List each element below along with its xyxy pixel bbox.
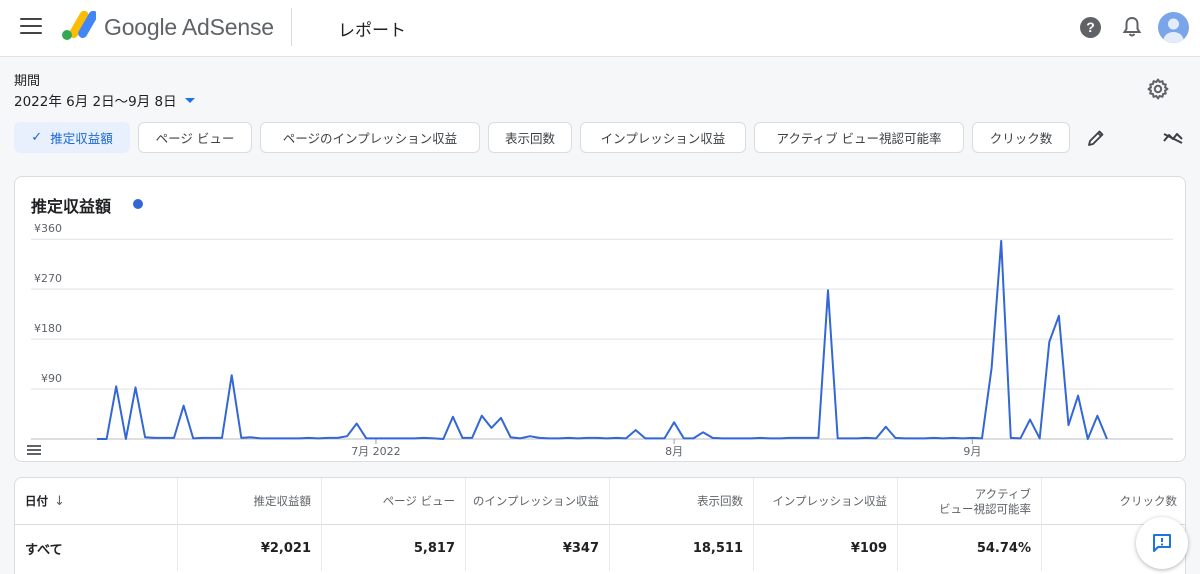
- chip-label: 表示回数: [504, 131, 555, 146]
- column-header-impressions[interactable]: 表示回数: [610, 478, 754, 525]
- chip-label: 推定収益額: [50, 131, 113, 146]
- notification-bell-icon[interactable]: [1122, 16, 1142, 38]
- list-view-icon[interactable]: [27, 445, 41, 457]
- chip-page-rpm[interactable]: ページのインプレッション収益: [260, 122, 480, 153]
- column-header-impression-rpm[interactable]: インプレッション収益: [754, 478, 898, 525]
- total-active-view: 54.74%: [898, 525, 1042, 571]
- chart-card: 推定収益額 ¥90 ¥180 ¥270 ¥360 7月 2022 8月 9月: [14, 176, 1186, 462]
- chip-page-views[interactable]: ページ ビュー: [138, 122, 252, 153]
- total-row-label: すべて: [15, 525, 178, 571]
- column-header-label: 日付: [25, 494, 48, 508]
- app-header: Google AdSense レポート ?: [0, 0, 1200, 57]
- chip-label: インプレッション収益: [600, 131, 726, 146]
- chip-clicks[interactable]: クリック数: [972, 122, 1070, 153]
- y-tick-label: ¥360: [34, 222, 62, 235]
- sort-arrow-down-icon: ↓: [54, 494, 65, 509]
- trend-compare-icon[interactable]: [1162, 128, 1184, 148]
- y-tick-label: ¥90: [41, 372, 62, 385]
- column-header-active-view[interactable]: アクティブ ビュー視認可能率: [898, 478, 1042, 525]
- total-impressions: 18,511: [610, 525, 754, 571]
- total-impression-rpm: ¥109: [754, 525, 898, 571]
- table-header-row: 日付 ↓ 推定収益額 ページ ビュー のインプレッション収益 表示回数 インプレ…: [15, 478, 1185, 525]
- period-label: 期間: [14, 74, 41, 89]
- gear-icon[interactable]: [1146, 77, 1170, 101]
- date-range-text: 2022年 6月 2日〜9月 8日: [14, 94, 177, 110]
- y-tick-label: ¥180: [34, 322, 62, 335]
- help-icon[interactable]: ?: [1080, 17, 1101, 38]
- chip-impression-rpm[interactable]: インプレッション収益: [580, 122, 746, 153]
- total-page-views: 5,817: [322, 525, 466, 571]
- column-header-page-views[interactable]: ページ ビュー: [322, 478, 466, 525]
- user-silhouette-icon: [1163, 18, 1184, 43]
- revenue-line-chart: ¥90 ¥180 ¥270 ¥360 7月 2022 8月 9月: [31, 222, 1173, 458]
- x-tick-label: 8月: [665, 445, 683, 458]
- header-divider: [291, 8, 292, 46]
- y-tick-label: ¥270: [34, 272, 62, 285]
- total-page-rpm: ¥347: [466, 525, 610, 571]
- column-header-date[interactable]: 日付 ↓: [15, 478, 178, 525]
- page-title: レポート: [338, 21, 406, 41]
- brand-name: Google AdSense: [104, 14, 274, 40]
- report-table: 日付 ↓ 推定収益額 ページ ビュー のインプレッション収益 表示回数 インプレ…: [14, 477, 1186, 574]
- pencil-icon[interactable]: [1086, 128, 1106, 148]
- chip-label: ページ ビュー: [155, 131, 235, 146]
- avatar[interactable]: [1158, 12, 1189, 43]
- date-range-selector[interactable]: 2022年 6月 2日〜9月 8日: [14, 90, 195, 110]
- feedback-icon: [1153, 534, 1171, 552]
- chip-label: クリック数: [989, 131, 1053, 146]
- chip-impressions[interactable]: 表示回数: [488, 122, 572, 153]
- check-icon: ✓: [31, 130, 43, 145]
- series-line-estimated-revenue: [97, 239, 1108, 440]
- chip-label: ページのインプレッション収益: [282, 131, 458, 146]
- chip-active-view-viewable[interactable]: アクティブ ビュー視認可能率: [754, 122, 964, 153]
- column-header-estimated-revenue[interactable]: 推定収益額: [178, 478, 322, 525]
- caret-down-icon: [184, 97, 195, 103]
- column-header-page-rpm[interactable]: のインプレッション収益: [466, 478, 610, 525]
- feedback-button[interactable]: [1136, 517, 1188, 569]
- chip-label: アクティブ ビュー視認可能率: [776, 131, 942, 146]
- adsense-logo[interactable]: [60, 11, 96, 41]
- total-estimated-revenue: ¥2,021: [178, 525, 322, 571]
- x-tick-label: 7月 2022: [351, 445, 401, 458]
- x-tick-label: 9月: [963, 445, 981, 458]
- chip-estimated-revenue[interactable]: ✓ 推定収益額: [14, 122, 130, 153]
- table-row: すべて ¥2,021 5,817 ¥347 18,511 ¥109 54.74%: [15, 525, 1185, 574]
- menu-icon[interactable]: [20, 18, 42, 36]
